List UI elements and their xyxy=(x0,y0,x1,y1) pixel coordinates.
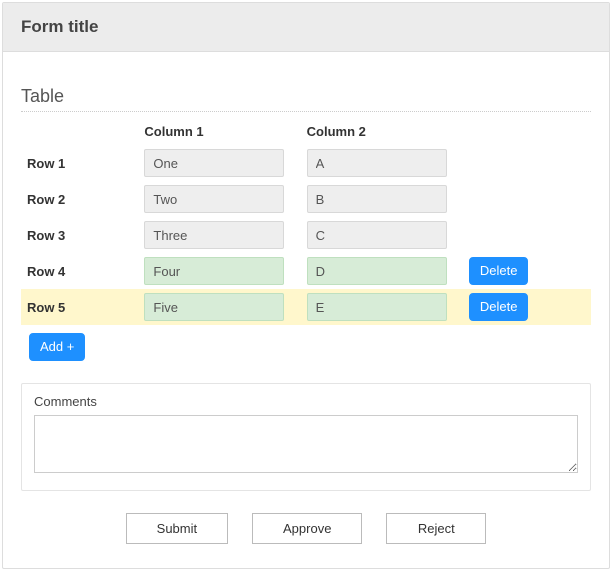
cell xyxy=(138,181,300,217)
row-label: Row 1 xyxy=(21,145,138,181)
col1-header: Column 1 xyxy=(138,118,300,145)
col2-input[interactable] xyxy=(307,149,447,177)
col2-input[interactable] xyxy=(307,221,447,249)
cell xyxy=(138,253,300,289)
row-actions xyxy=(463,145,591,181)
cell xyxy=(138,217,300,253)
cell xyxy=(138,145,300,181)
delete-row-button[interactable]: Delete xyxy=(469,293,529,321)
form-panel: Form title Table Column 1 Column 2 Row 1… xyxy=(2,2,610,569)
col2-header: Column 2 xyxy=(301,118,463,145)
row-header-blank xyxy=(21,118,138,145)
row-actions: Delete xyxy=(463,253,591,289)
submit-button[interactable]: Submit xyxy=(126,513,228,545)
cell xyxy=(138,289,300,325)
action-bar: Submit Approve Reject xyxy=(21,513,591,545)
col2-input[interactable] xyxy=(307,293,447,321)
col1-input[interactable] xyxy=(144,185,284,213)
col2-input[interactable] xyxy=(307,185,447,213)
form-title: Form title xyxy=(21,17,591,37)
col1-input[interactable] xyxy=(144,257,284,285)
row-label: Row 3 xyxy=(21,217,138,253)
col1-input[interactable] xyxy=(144,293,284,321)
delete-row-button[interactable]: Delete xyxy=(469,257,529,285)
col1-input[interactable] xyxy=(144,221,284,249)
cell xyxy=(301,181,463,217)
comments-textarea[interactable] xyxy=(34,415,578,473)
row-label: Row 5 xyxy=(21,289,138,325)
comments-label: Comments xyxy=(34,394,578,409)
cell xyxy=(301,253,463,289)
comments-block: Comments xyxy=(21,383,591,491)
col1-input[interactable] xyxy=(144,149,284,177)
table-row: Row 4 Delete xyxy=(21,253,591,289)
table-row: Row 5 Delete xyxy=(21,289,591,325)
table-section-title: Table xyxy=(21,86,591,112)
actions-header-blank xyxy=(463,118,591,145)
table-row: Row 2 xyxy=(21,181,591,217)
cell xyxy=(301,289,463,325)
table-row: Row 1 xyxy=(21,145,591,181)
row-label: Row 2 xyxy=(21,181,138,217)
row-actions: Delete xyxy=(463,289,591,325)
cell xyxy=(301,145,463,181)
cell xyxy=(301,217,463,253)
col2-input[interactable] xyxy=(307,257,447,285)
row-actions xyxy=(463,181,591,217)
form-body: Table Column 1 Column 2 Row 1Row 2Row 3R… xyxy=(3,52,609,568)
approve-button[interactable]: Approve xyxy=(252,513,362,545)
form-header: Form title xyxy=(3,3,609,52)
add-row-button[interactable]: Add + xyxy=(29,333,85,361)
table-row: Row 3 xyxy=(21,217,591,253)
data-table: Column 1 Column 2 Row 1Row 2Row 3Row 4 De… xyxy=(21,118,591,325)
row-actions xyxy=(463,217,591,253)
row-label: Row 4 xyxy=(21,253,138,289)
reject-button[interactable]: Reject xyxy=(386,513,486,545)
